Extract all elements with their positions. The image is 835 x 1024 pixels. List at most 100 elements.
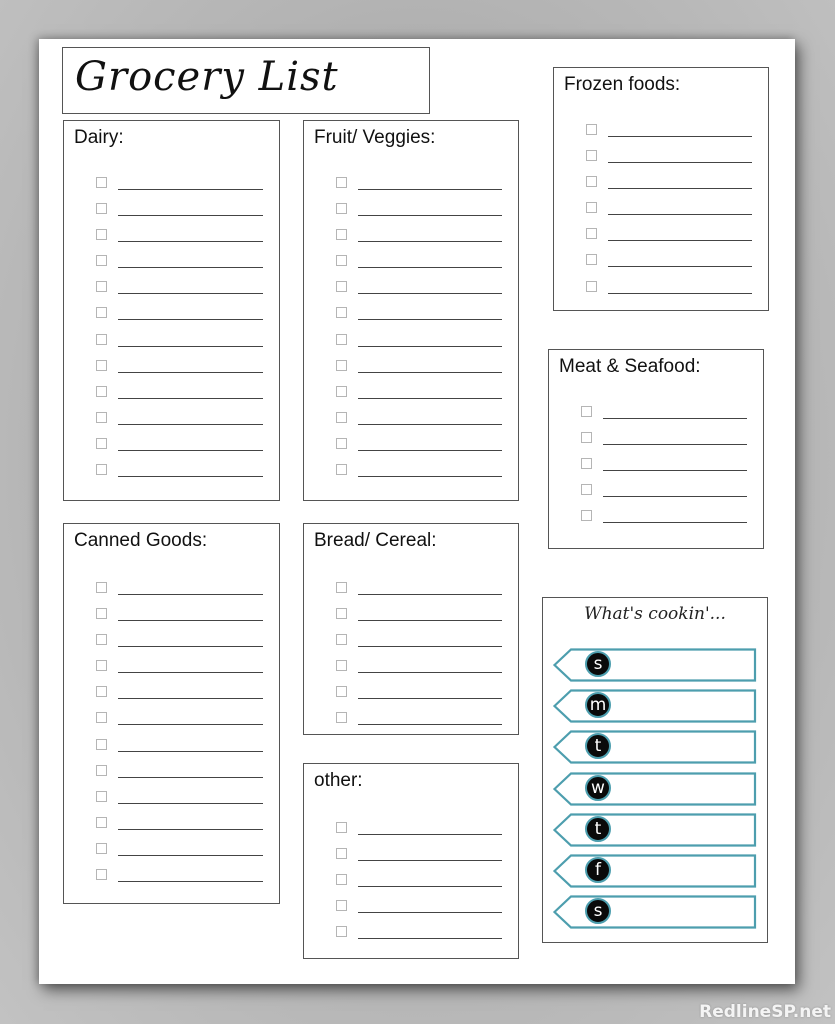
write-in-line[interactable]: [358, 886, 502, 888]
checkbox[interactable]: [336, 608, 347, 620]
meal-day-row[interactable]: s: [553, 648, 757, 682]
write-in-line[interactable]: [358, 672, 502, 674]
checkbox[interactable]: [581, 484, 592, 496]
write-in-line[interactable]: [358, 938, 502, 940]
checkbox[interactable]: [96, 464, 107, 476]
checkbox[interactable]: [96, 582, 107, 593]
write-in-line[interactable]: [118, 854, 263, 856]
checkbox[interactable]: [586, 280, 597, 292]
checkbox[interactable]: [96, 281, 107, 293]
write-in-line[interactable]: [608, 188, 752, 190]
checkbox[interactable]: [336, 634, 347, 646]
checkbox[interactable]: [336, 177, 347, 188]
checkbox[interactable]: [96, 842, 107, 854]
write-in-line[interactable]: [118, 293, 263, 295]
write-in-line[interactable]: [358, 371, 502, 373]
write-in-line[interactable]: [358, 698, 502, 700]
write-in-line[interactable]: [358, 646, 502, 648]
write-in-line[interactable]: [118, 620, 263, 622]
write-in-line[interactable]: [358, 189, 502, 190]
write-in-line[interactable]: [358, 724, 502, 726]
checkbox[interactable]: [96, 660, 107, 672]
checkbox[interactable]: [336, 229, 347, 241]
checkbox[interactable]: [336, 660, 347, 672]
write-in-line[interactable]: [118, 476, 263, 478]
checkbox[interactable]: [581, 406, 592, 417]
checkbox[interactable]: [336, 281, 347, 293]
checkbox[interactable]: [96, 177, 107, 188]
checkbox[interactable]: [336, 385, 347, 397]
checkbox[interactable]: [96, 790, 107, 802]
checkbox[interactable]: [96, 764, 107, 776]
write-in-line[interactable]: [358, 241, 502, 243]
write-in-line[interactable]: [358, 215, 502, 217]
checkbox[interactable]: [336, 712, 347, 724]
write-in-line[interactable]: [118, 345, 263, 347]
write-in-line[interactable]: [118, 802, 263, 804]
write-in-line[interactable]: [603, 470, 747, 472]
meal-day-row[interactable]: s: [553, 895, 757, 929]
write-in-line[interactable]: [118, 881, 263, 883]
write-in-line[interactable]: [118, 828, 263, 830]
write-in-line[interactable]: [358, 345, 502, 347]
checkbox[interactable]: [586, 228, 597, 240]
checkbox[interactable]: [96, 385, 107, 397]
checkbox[interactable]: [96, 203, 107, 215]
checkbox[interactable]: [581, 510, 592, 522]
checkbox[interactable]: [586, 124, 597, 135]
checkbox[interactable]: [96, 712, 107, 724]
checkbox[interactable]: [96, 437, 107, 449]
checkbox[interactable]: [336, 874, 347, 886]
write-in-line[interactable]: [358, 476, 502, 478]
write-in-line[interactable]: [603, 496, 747, 498]
checkbox[interactable]: [336, 437, 347, 449]
write-in-line[interactable]: [118, 750, 263, 752]
write-in-line[interactable]: [603, 444, 747, 446]
write-in-line[interactable]: [603, 522, 747, 524]
checkbox[interactable]: [96, 608, 107, 620]
checkbox[interactable]: [96, 869, 107, 881]
write-in-line[interactable]: [608, 266, 752, 268]
checkbox[interactable]: [96, 738, 107, 750]
checkbox[interactable]: [336, 307, 347, 319]
checkbox[interactable]: [96, 333, 107, 345]
checkbox[interactable]: [96, 411, 107, 423]
checkbox[interactable]: [336, 848, 347, 860]
write-in-line[interactable]: [358, 594, 502, 595]
checkbox[interactable]: [336, 411, 347, 423]
write-in-line[interactable]: [118, 646, 263, 648]
checkbox[interactable]: [336, 900, 347, 912]
write-in-line[interactable]: [118, 371, 263, 373]
checkbox[interactable]: [336, 686, 347, 698]
write-in-line[interactable]: [118, 397, 263, 399]
write-in-line[interactable]: [608, 162, 752, 164]
checkbox[interactable]: [581, 432, 592, 444]
checkbox[interactable]: [336, 582, 347, 593]
write-in-line[interactable]: [358, 267, 502, 269]
write-in-line[interactable]: [358, 860, 502, 862]
write-in-line[interactable]: [358, 423, 502, 425]
write-in-line[interactable]: [603, 418, 747, 419]
checkbox[interactable]: [336, 203, 347, 215]
checkbox[interactable]: [336, 926, 347, 938]
write-in-line[interactable]: [608, 136, 752, 137]
write-in-line[interactable]: [118, 776, 263, 778]
checkbox[interactable]: [586, 254, 597, 266]
write-in-line[interactable]: [118, 241, 263, 243]
checkbox[interactable]: [336, 359, 347, 371]
checkbox[interactable]: [336, 464, 347, 476]
meal-day-row[interactable]: t: [553, 813, 757, 847]
write-in-line[interactable]: [608, 214, 752, 216]
write-in-line[interactable]: [358, 293, 502, 295]
checkbox[interactable]: [96, 255, 107, 267]
write-in-line[interactable]: [118, 594, 263, 595]
write-in-line[interactable]: [118, 267, 263, 269]
checkbox[interactable]: [96, 634, 107, 646]
meal-day-row[interactable]: m: [553, 689, 757, 723]
meal-day-row[interactable]: w: [553, 771, 757, 806]
write-in-line[interactable]: [118, 698, 263, 700]
checkbox[interactable]: [96, 229, 107, 241]
checkbox[interactable]: [586, 202, 597, 214]
write-in-line[interactable]: [118, 319, 263, 321]
write-in-line[interactable]: [608, 240, 752, 242]
